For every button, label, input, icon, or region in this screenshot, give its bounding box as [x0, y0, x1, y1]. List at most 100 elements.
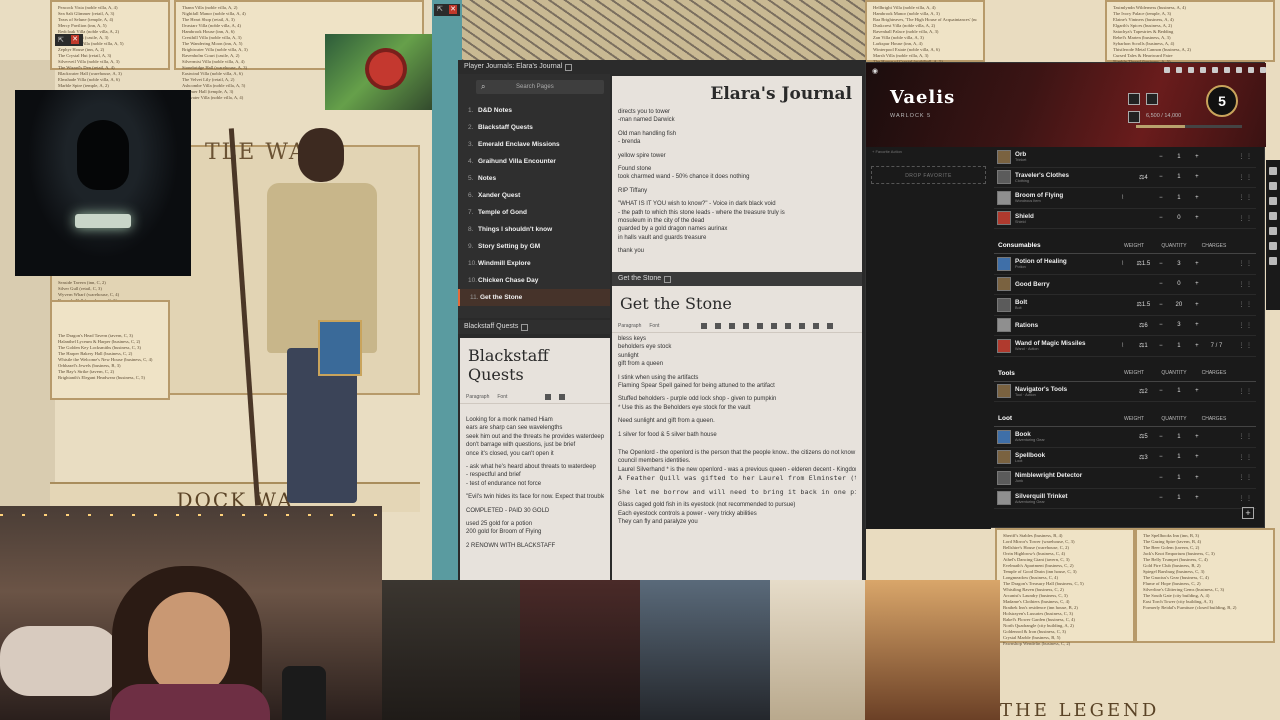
journal-page-item[interactable]: 1. D&D Notes [458, 102, 610, 119]
item-actions[interactable]: ⋮ ⋮ [1230, 174, 1256, 181]
get-the-stone-text[interactable]: bless keys beholders eye stock sunlight gif… [612, 333, 862, 526]
quantity-stepper[interactable]: − 1 + [1155, 475, 1202, 481]
inventory-row[interactable]: Broom of Flying Wondrous Item ⌇ − 1 + ⋮ ⋮ [994, 188, 1256, 209]
journal-page-item[interactable]: 11.Get the Stone [458, 289, 610, 306]
increase-button[interactable]: + [1195, 281, 1199, 287]
item-actions[interactable]: ⋮ ⋮ [1230, 194, 1256, 201]
item-actions[interactable]: ⋮ ⋮ [1230, 495, 1256, 502]
increase-button[interactable]: + [1195, 261, 1199, 267]
rest-icon[interactable] [1128, 93, 1140, 105]
increase-button[interactable]: + [1195, 174, 1199, 180]
inventory-row[interactable]: Orb Trinket − 1 + ⋮ ⋮ [994, 147, 1256, 168]
inventory-row[interactable]: Good Berry − 0 + ⋮ ⋮ [994, 275, 1256, 295]
quantity-stepper[interactable]: − 1 + [1155, 195, 1202, 201]
menu-icon[interactable]: ◉ [872, 67, 878, 75]
quantity-stepper[interactable]: − 3 + [1155, 261, 1202, 267]
paragraph-select[interactable]: Paragraph [466, 394, 489, 400]
increase-button[interactable]: + [1195, 475, 1199, 481]
wrench-icon[interactable] [1212, 67, 1218, 73]
journal-page-item[interactable]: 5. Notes [458, 170, 610, 187]
quantity-stepper[interactable]: − 1 + [1155, 174, 1202, 180]
inventory-row[interactable]: Spellbook Loot ⚖3 − 1 + ⋮ ⋮ [994, 448, 1256, 468]
blackstaff-titlebar[interactable]: Blackstaff Quests [458, 320, 610, 334]
quantity-stepper[interactable]: − 1 + [1155, 454, 1202, 460]
items-icon[interactable] [1269, 212, 1277, 220]
image-icon[interactable] [757, 322, 764, 329]
quantity-stepper[interactable]: − 1 + [1155, 495, 1202, 501]
token-icon[interactable] [1224, 67, 1230, 73]
item-actions[interactable]: ⋮ ⋮ [1230, 433, 1256, 440]
quantity-stepper[interactable]: − 1 + [1155, 388, 1202, 394]
blackstaff-text[interactable]: Looking for a monk named Hiam ears are sh… [460, 404, 610, 550]
item-name[interactable]: Navigator's Tools [1015, 386, 1114, 393]
item-name[interactable]: Traveler's Clothes [1015, 172, 1114, 179]
increase-button[interactable]: + [1195, 495, 1199, 501]
item-name[interactable]: Broom of Flying [1015, 192, 1114, 199]
decrease-button[interactable]: − [1159, 388, 1163, 394]
item-name[interactable]: Wand of Magic Missiles [1015, 340, 1114, 347]
close-icon[interactable]: ✕ [71, 35, 79, 44]
decrease-button[interactable]: − [1159, 454, 1163, 460]
item-name[interactable]: Silverquill Trinket [1015, 493, 1114, 500]
code-icon[interactable] [771, 322, 778, 329]
sheet-icon[interactable] [1164, 67, 1170, 73]
item-name[interactable]: Orb [1015, 151, 1114, 158]
item-name[interactable]: Shield [1015, 213, 1114, 220]
quantity-stepper[interactable]: − 1 + [1155, 434, 1202, 440]
clear-format-icon[interactable] [799, 322, 806, 329]
decrease-button[interactable]: − [1159, 302, 1163, 308]
increase-button[interactable]: + [1195, 343, 1199, 349]
journal-page-item[interactable]: 3. Emerald Enclave Missions [458, 136, 610, 153]
inventory-row[interactable]: Wand of Magic Missiles Wand · Action ⌇ ⚖1 − 1… [994, 336, 1256, 357]
popout-icon[interactable]: ⇱ [58, 36, 64, 44]
inventory-row[interactable]: Traveler's Clothes Clothing ⚖4 − 1 + ⋮ ⋮ [994, 168, 1256, 188]
journal-icon[interactable] [1269, 227, 1277, 235]
item-actions[interactable]: ⋮ ⋮ [1230, 215, 1256, 222]
increase-button[interactable]: + [1195, 154, 1199, 160]
close-icon[interactable]: ✕ [449, 5, 457, 14]
link-icon[interactable] [785, 322, 792, 329]
quantity-stepper[interactable]: − 0 + [1155, 215, 1202, 221]
decrease-button[interactable]: − [1159, 475, 1163, 481]
minimize-icon[interactable] [521, 323, 529, 331]
item-actions[interactable]: ⋮ ⋮ [1230, 301, 1256, 308]
inventory-row[interactable]: Navigator's Tools Tool · Action ⚖2 − 1 + ⋮ ⋮ [994, 382, 1256, 402]
item-name[interactable]: Spellbook [1015, 452, 1114, 459]
decrease-button[interactable]: − [1159, 154, 1163, 160]
decrease-button[interactable]: − [1159, 261, 1163, 267]
item-name[interactable]: Potion of Healing [1015, 258, 1114, 265]
quantity-stepper[interactable]: − 1 + [1155, 343, 1202, 349]
level-up-icon[interactable] [1146, 93, 1158, 105]
increase-button[interactable]: + [1195, 388, 1199, 394]
increase-button[interactable]: + [1195, 215, 1199, 221]
inventory-row[interactable]: Potion of Healing Potion ⌇ ⚖1.5 − 3 + ⋮ ⋮ [994, 254, 1256, 275]
decrease-button[interactable]: − [1159, 495, 1163, 501]
item-actions[interactable]: ⋮ ⋮ [1230, 474, 1256, 481]
item-name[interactable]: Rations [1015, 322, 1114, 329]
inventory-row[interactable]: Nimblewright Detector Junk − 1 + ⋮ ⋮ [994, 468, 1256, 489]
minimize-icon[interactable] [565, 63, 573, 71]
increase-button[interactable]: + [1195, 434, 1199, 440]
journal-page-item[interactable]: 2. Blackstaff Quests [458, 119, 610, 136]
lock-icon[interactable] [1200, 67, 1206, 73]
numbered-list-icon[interactable] [729, 322, 736, 329]
popout-icon[interactable] [1248, 67, 1254, 73]
inventory-row[interactable]: Bolt Bolt ⚖1.5 − 20 + ⋮ ⋮ [994, 295, 1256, 316]
list-icon[interactable] [559, 393, 566, 400]
table-icon[interactable] [701, 322, 708, 329]
item-actions[interactable]: ⋮ ⋮ [1230, 281, 1256, 288]
item-name[interactable]: Nimblewright Detector [1015, 472, 1114, 479]
decrease-button[interactable]: − [1159, 174, 1163, 180]
font-select[interactable]: Font [497, 394, 507, 400]
search-pages-input[interactable]: ⌕ Search Pages [476, 80, 604, 94]
increase-button[interactable]: + [1195, 195, 1199, 201]
item-actions[interactable]: ⋮ ⋮ [1230, 388, 1256, 395]
settings-icon[interactable] [1236, 67, 1242, 73]
item-actions[interactable]: ⋮ ⋮ [1230, 322, 1256, 329]
drop-favorite-zone[interactable]: DROP FAVORITE [871, 166, 986, 184]
combat-icon[interactable] [1269, 182, 1277, 190]
actors-icon[interactable] [1269, 197, 1277, 205]
quantity-stepper[interactable]: − 20 + [1155, 302, 1202, 308]
chat-icon[interactable] [1269, 167, 1277, 175]
tables-icon[interactable] [1269, 242, 1277, 250]
